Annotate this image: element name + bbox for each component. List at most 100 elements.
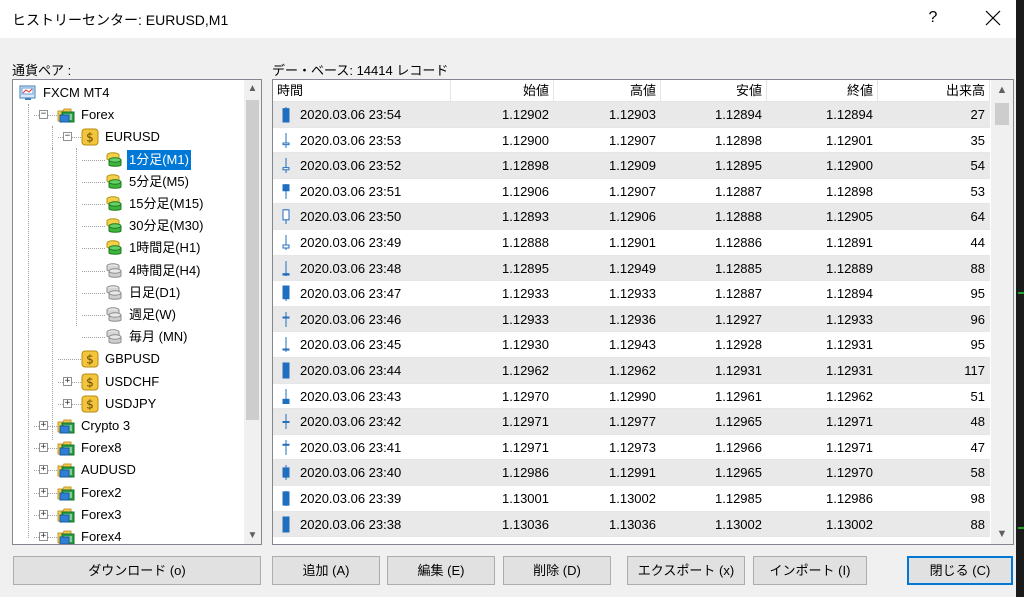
table-row[interactable]: 2020.03.06 23:39 1.13001 1.13002 1.12985 1.1… [273,486,990,512]
tree-item[interactable]: FXCM MT4 [13,82,245,104]
table-row[interactable]: 2020.03.06 23:52 1.12898 1.12909 1.12895 1.1… [273,153,990,179]
tree-item[interactable]: 週足(W) [13,304,245,326]
cell-value: 1.12965 [715,465,762,481]
expand-icon[interactable]: + [63,398,72,408]
column-header[interactable]: 時間 [273,80,451,102]
expand-icon[interactable]: + [39,443,48,453]
table-scroll-thumb[interactable] [995,103,1009,125]
tree-item[interactable]: − $ EURUSD [13,126,245,148]
edit-button[interactable]: 編集 (E) [387,556,495,585]
column-header[interactable]: 安値 [661,80,767,102]
db-green-icon [105,173,123,191]
tree-item[interactable]: 1時間足(H1) [13,237,245,259]
tree-item-label: 5分足(M5) [129,173,189,189]
table-row[interactable]: 2020.03.06 23:38 1.13036 1.13036 1.13002 1.1… [273,511,990,538]
tree-item[interactable]: + $ USDCHF [13,371,245,393]
column-header[interactable]: 高値 [554,80,661,102]
tree-item-label: EURUSD [105,129,160,145]
cell-value: 35 [970,132,985,148]
tree-item[interactable]: + Crypto 3 [13,415,245,437]
tree-item[interactable]: + Forex4 [13,526,245,544]
tree-item[interactable]: − Forex [13,104,245,126]
expand-icon[interactable]: + [39,509,48,519]
cell-time: 2020.03.06 23:41 [300,439,402,455]
table-row[interactable]: 2020.03.06 23:54 1.12902 1.12903 1.12894 1.1… [273,102,990,128]
table-row[interactable]: 2020.03.06 23:53 1.12900 1.12907 1.12898 1.1… [273,128,990,154]
table-row[interactable]: 2020.03.06 23:51 1.12906 1.12907 1.12887 1.1… [273,179,990,205]
candle-icon [282,439,290,456]
cell-value: 47 [970,439,985,455]
table-row[interactable]: 2020.03.06 23:48 1.12895 1.12949 1.12885 1.1… [273,255,990,282]
tree-item[interactable]: + $ USDJPY [13,393,245,415]
cell-value: 1.12970 [502,388,549,404]
cell-value: 1.12933 [502,311,549,327]
collapse-icon[interactable]: − [39,110,48,120]
table-row[interactable]: 2020.03.06 23:41 1.12971 1.12973 1.12966 1.1… [273,435,990,461]
scroll-down-icon[interactable]: ▼ [991,524,1013,544]
close-button[interactable]: 閉じる (C) [907,556,1013,585]
tree-item[interactable]: $ GBPUSD [13,348,245,370]
tree-item[interactable]: 15分足(M15) [13,193,245,215]
scroll-up-icon[interactable]: ▲ [244,80,261,97]
folder-icon [57,461,75,479]
db-gray-icon [105,284,123,302]
scroll-down-icon[interactable]: ▼ [244,527,261,544]
download-button[interactable]: ダウンロード (o) [13,556,261,585]
column-header[interactable]: 出来高 [878,80,990,102]
table-row[interactable]: 2020.03.06 23:46 1.12933 1.12936 1.12927 1.1… [273,306,990,333]
tree-item[interactable]: 4時間足(H4) [13,260,245,282]
table-scrollbar[interactable]: ▲ ▼ [991,80,1013,544]
table-row[interactable]: 2020.03.06 23:40 1.12986 1.12991 1.12965 1.1… [273,460,990,486]
column-header[interactable]: 終値 [767,80,878,102]
expand-icon[interactable]: + [39,532,48,541]
cell-value: 1.12907 [609,183,656,199]
tree-item[interactable]: + Forex8 [13,437,245,459]
help-button[interactable]: ? [926,6,940,30]
tree-item[interactable]: + Forex2 [13,482,245,504]
table-row[interactable]: 2020.03.06 23:47 1.12933 1.12933 1.12887 1.1… [273,281,990,307]
delete-button[interactable]: 削除 (D) [503,556,611,585]
cell-value: 1.12893 [502,209,549,225]
svg-text:$: $ [86,353,94,367]
tree-scrollbar[interactable]: ▲ ▼ [244,80,261,544]
tree-item[interactable]: + Forex3 [13,504,245,526]
scroll-up-icon[interactable]: ▲ [991,80,1013,100]
tree-item[interactable]: 1分足(M1) [13,148,245,171]
expand-icon[interactable]: + [39,421,48,430]
candle-icon [282,132,290,149]
cell-value: 1.12902 [502,107,549,122]
cell-value: 1.12986 [826,491,873,506]
expand-icon[interactable]: + [39,465,48,475]
close-window-button[interactable] [978,3,1008,33]
cell-value: 1.12971 [826,439,873,455]
db-gray-icon [105,328,123,346]
cell-value: 1.12901 [609,235,656,250]
export-button[interactable]: エクスポート (x) [627,556,745,585]
tree-item-label: 4時間足(H4) [129,262,201,278]
add-button[interactable]: 追加 (A) [272,556,380,585]
symbol-tree[interactable]: FXCM MT4− Forex − $ EURUSD 1分足(M1) 5分足(M5) 15分足… [12,79,262,545]
collapse-icon[interactable]: − [63,132,72,142]
history-table[interactable]: 時間 始値 高値 安値 終値 出来高 2020.03.06 23:54 1.12902 1.1… [272,79,1014,545]
tree-item[interactable]: 日足(D1) [13,282,245,304]
candle-icon [282,234,290,251]
column-header[interactable]: 始値 [451,80,554,102]
database-label: デー・ベース: 14414 レコード [272,63,449,78]
table-row[interactable]: 2020.03.06 23:43 1.12970 1.12990 1.12961 1.1… [273,384,990,410]
table-row[interactable]: 2020.03.06 23:45 1.12930 1.12943 1.12928 1.1… [273,332,990,358]
tree-item[interactable]: 毎月 (MN) [13,326,245,348]
table-row[interactable]: 2020.03.06 23:50 1.12893 1.12906 1.12888 1.1… [273,204,990,230]
tree-item[interactable]: + AUDUSD [13,459,245,481]
tree-item[interactable]: 5分足(M5) [13,171,245,193]
tree-item[interactable]: 30分足(M30) [13,215,245,237]
cell-time: 2020.03.06 23:52 [300,158,402,174]
tree-scroll-thumb[interactable] [246,100,259,420]
table-row[interactable]: 2020.03.06 23:49 1.12888 1.12901 1.12886 1.1… [273,230,990,256]
table-row[interactable]: 2020.03.06 23:44 1.12962 1.12962 1.12931 1.1… [273,358,990,384]
cell-value: 58 [970,465,985,481]
expand-icon[interactable]: + [39,487,48,497]
cell-value: 88 [970,260,985,276]
table-row[interactable]: 2020.03.06 23:42 1.12971 1.12977 1.12965 1.1… [273,409,990,435]
import-button[interactable]: インポート (I) [753,556,867,585]
expand-icon[interactable]: + [63,376,72,386]
